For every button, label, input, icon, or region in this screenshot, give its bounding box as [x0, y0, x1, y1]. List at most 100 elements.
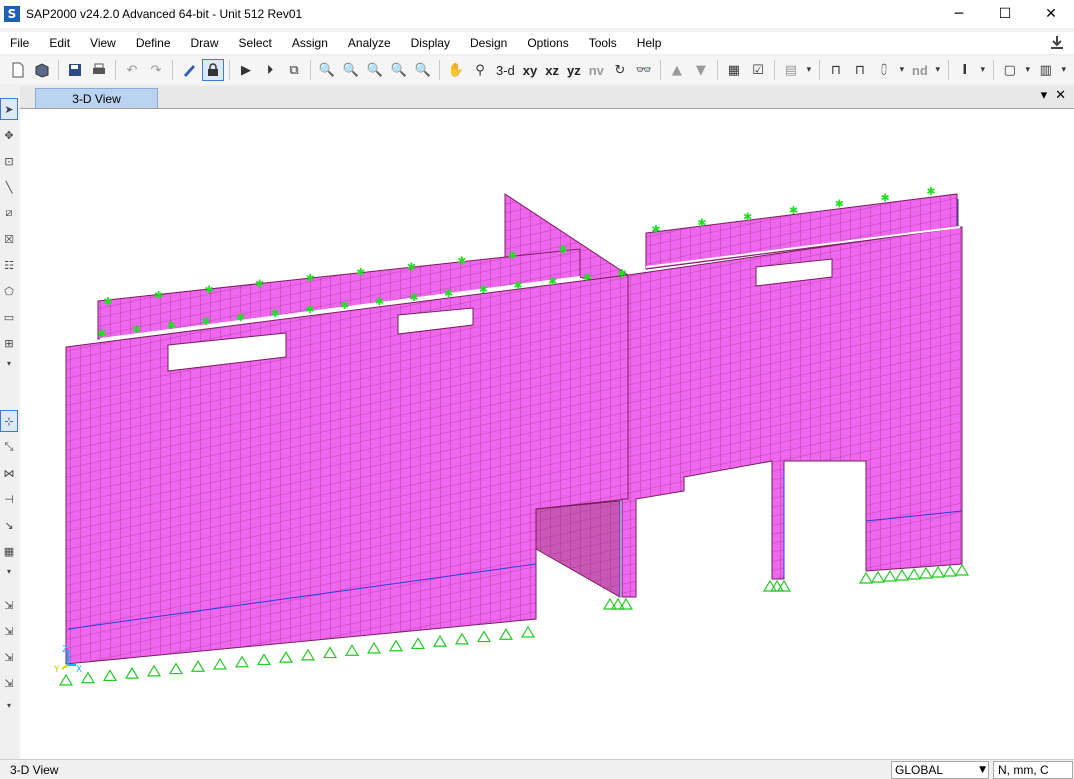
lock-model-icon[interactable] — [202, 59, 224, 81]
support-left-12 — [322, 646, 338, 659]
minimize-button[interactable]: ─ — [936, 0, 982, 28]
clear-selection-icon[interactable]: ⇲ — [0, 646, 18, 668]
support-right-8 — [954, 563, 970, 576]
window-layout-icon[interactable]: ▢ — [999, 59, 1021, 81]
coord-system-dropdown-icon[interactable]: ▼ — [979, 762, 986, 778]
view-3d-button[interactable]: 3-d — [493, 59, 518, 81]
zoom-in-icon[interactable]: 🔍 — [388, 59, 410, 81]
menu-draw[interactable]: Draw — [181, 32, 229, 54]
save-icon[interactable] — [64, 59, 86, 81]
draw-joint-icon[interactable]: ⊡ — [0, 150, 18, 172]
get-previous-selection-icon[interactable]: ⇲ — [0, 620, 18, 642]
support-left-20 — [498, 628, 514, 640]
menu-define[interactable]: Define — [126, 32, 181, 54]
select-plane-icon[interactable]: ↘ — [0, 514, 18, 536]
draw-pencil-icon[interactable] — [178, 59, 200, 81]
menu-options[interactable]: Options — [517, 32, 578, 54]
frame-dropdown-icon[interactable]: ▾ — [897, 59, 907, 81]
text-dropdown-icon[interactable]: ▾ — [978, 59, 988, 81]
table-dropdown-icon[interactable]: ▾ — [1059, 59, 1069, 81]
table-icon[interactable]: ▥ — [1035, 59, 1057, 81]
close-button[interactable]: ✕ — [1028, 0, 1074, 28]
menu-design[interactable]: Design — [460, 32, 517, 54]
structural-model-drawing[interactable]: ✱ ✱ ✱ ✱ ✱ ✱ ✱ ✱ ✱ ✱ ✱ ✱ ✱ ✱ ✱ ✱ ✱ ✱ ✱ ✱ ✱ ✱ ✱ ✱ ✱ ✱ ✱ ✱ ✱ ✱ ✱ ✱ ✱ — [20, 109, 1074, 759]
menu-tools[interactable]: Tools — [579, 32, 627, 54]
selection-dropdown-icon[interactable]: ▾ — [0, 694, 18, 716]
draw-rect-area-icon[interactable]: ▭ — [0, 306, 18, 328]
view-xy-button[interactable]: xy — [520, 59, 540, 81]
select-all-icon[interactable]: ⇲ — [0, 594, 18, 616]
view-yz-button[interactable]: yz — [564, 59, 584, 81]
select-dropdown-icon[interactable]: ▾ — [0, 560, 18, 582]
view-nv-button[interactable]: nv — [586, 59, 607, 81]
quick-draw-frame-icon[interactable]: ⧄ — [0, 202, 18, 224]
run-now-icon[interactable]: ⏵ — [259, 59, 281, 81]
display-options-dropdown-icon[interactable]: ▾ — [804, 59, 814, 81]
frame-icon[interactable]: ⊓ — [825, 59, 847, 81]
undo-icon[interactable]: ↶ — [121, 59, 143, 81]
perspective-icon[interactable]: 👓 — [633, 59, 655, 81]
zoom-previous-icon[interactable]: 🔍 — [364, 59, 386, 81]
move-down-icon[interactable]: ▼ — [690, 59, 712, 81]
reshape-icon[interactable]: ✥ — [0, 124, 18, 146]
tab-3d-view[interactable]: 3-D View — [35, 88, 158, 108]
units-select[interactable]: N, mm, C — [993, 761, 1073, 779]
pointer-select-icon[interactable]: ➤ — [0, 98, 18, 120]
select-using-icon[interactable]: ⇲ — [0, 672, 18, 694]
load-arrow-ledger-2: ✱ — [167, 319, 176, 332]
pan-hand-icon[interactable]: ✋ — [445, 59, 467, 81]
menu-view[interactable]: View — [80, 32, 126, 54]
select-line-icon[interactable]: ⊣ — [0, 488, 18, 510]
walk-icon[interactable]: ⚲ — [469, 59, 491, 81]
draw-frame-icon[interactable]: ╲ — [0, 176, 18, 198]
open-model-icon[interactable] — [31, 59, 53, 81]
menu-analyze[interactable]: Analyze — [338, 32, 401, 54]
new-model-icon[interactable] — [7, 59, 29, 81]
download-icon[interactable] — [1048, 34, 1066, 52]
text-cursor-icon[interactable]: I — [954, 59, 976, 81]
menu-display[interactable]: Display — [401, 32, 460, 54]
select-window-icon[interactable]: ⋈ — [0, 462, 18, 484]
load-arrow-ledger-11: ✱ — [479, 283, 488, 296]
model-viewport[interactable]: ✱ ✱ ✱ ✱ ✱ ✱ ✱ ✱ ✱ ✱ ✱ ✱ ✱ ✱ ✱ ✱ ✱ ✱ ✱ ✱ ✱ ✱ ✱ ✱ ✱ ✱ ✱ ✱ ✱ ✱ ✱ ✱ ✱ Z Y X — [20, 108, 1074, 759]
draw-brace-icon[interactable]: ☒ — [0, 228, 18, 250]
draw-poly-area-icon[interactable]: ⬠ — [0, 280, 18, 302]
run-analysis-icon[interactable]: ▶ — [235, 59, 257, 81]
menu-edit[interactable]: Edit — [39, 32, 80, 54]
view-xz-button[interactable]: xz — [542, 59, 562, 81]
load-arrow-left-9: ✱ — [558, 243, 567, 256]
select-grid-icon[interactable]: ▦ — [0, 540, 18, 562]
load-arrow-right-3: ✱ — [789, 204, 798, 217]
frame-options-icon[interactable]: ⩇ — [873, 59, 895, 81]
draw-secondary-beam-icon[interactable]: ☷ — [0, 254, 18, 276]
menu-assign[interactable]: Assign — [282, 32, 338, 54]
zoom-out-icon[interactable]: 🔍 — [412, 59, 434, 81]
tab-close-icon[interactable]: ✕ — [1055, 88, 1066, 103]
zoom-fit-icon[interactable]: 🔍 — [340, 59, 362, 81]
move-up-icon[interactable]: ▲ — [666, 59, 688, 81]
zoom-window-icon[interactable]: 🔍 — [316, 59, 338, 81]
nd-dropdown-icon[interactable]: ▾ — [933, 59, 943, 81]
sap2000-app-icon[interactable]: S — [4, 6, 20, 22]
coord-system-select[interactable]: GLOBAL ▼ — [891, 761, 989, 779]
show-checkbox-icon[interactable]: ☑ — [747, 59, 769, 81]
nd-button[interactable]: nd — [909, 59, 931, 81]
select-intersect-icon[interactable]: ⤡ — [0, 436, 18, 458]
print-icon[interactable] — [88, 59, 110, 81]
frame-section-icon[interactable]: ⊓ — [849, 59, 871, 81]
tab-list-dropdown-icon[interactable]: ▾ — [1041, 88, 1048, 103]
load-arrow-ledger-5: ✱ — [271, 307, 280, 320]
run-options-icon[interactable]: ⧉ — [283, 59, 305, 81]
quick-draw-area-icon[interactable]: ⊞ — [0, 332, 18, 354]
show-undeformed-icon[interactable]: ▦ — [723, 59, 745, 81]
select-object-icon[interactable]: ⊹ — [0, 410, 18, 432]
menu-help[interactable]: Help — [627, 32, 672, 54]
menu-select[interactable]: Select — [229, 32, 282, 54]
maximize-button[interactable]: ☐ — [982, 0, 1028, 28]
rotate-view-icon[interactable]: ↻ — [609, 59, 631, 81]
layout-dropdown-icon[interactable]: ▾ — [1023, 59, 1033, 81]
left-toolbar-dropdown-icon[interactable]: ▾ — [0, 352, 18, 374]
menu-file[interactable]: File — [0, 32, 39, 54]
redo-icon[interactable]: ↷ — [145, 59, 167, 81]
display-options-icon[interactable]: ▤ — [780, 59, 802, 81]
